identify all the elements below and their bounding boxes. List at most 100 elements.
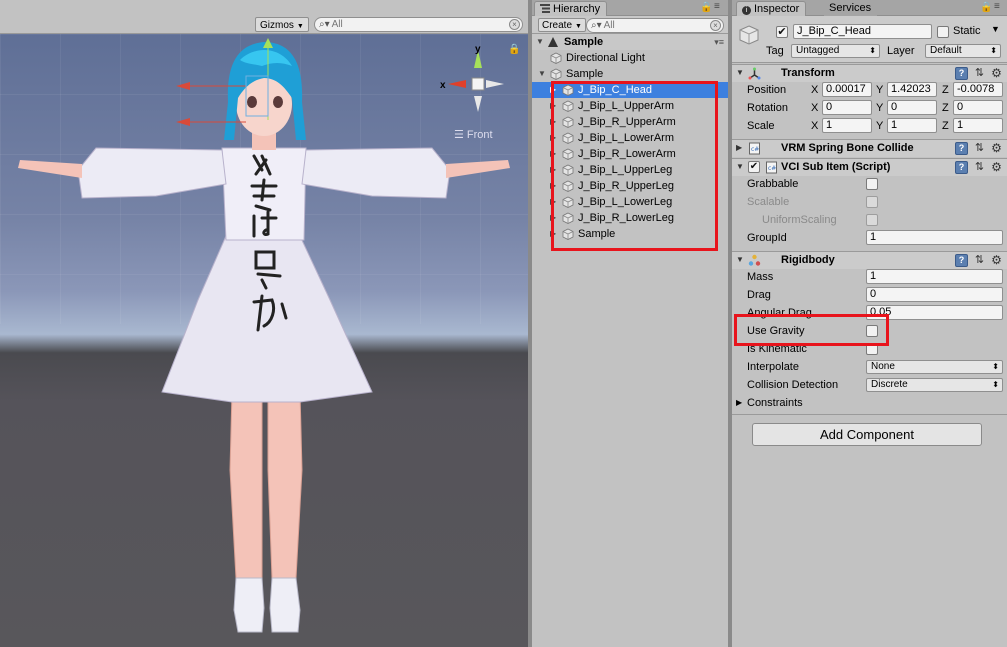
grabbable-checkbox[interactable] — [866, 178, 878, 190]
fold-open-icon[interactable]: ▼ — [736, 162, 744, 171]
hierarchy-panel: Hierarchy 🔒 ≡ Create ▼ ⌕▾ All × ▼ Sample ▾≡… — [532, 0, 728, 647]
help-icon[interactable]: ? — [955, 254, 968, 267]
gear-icon[interactable]: ⚙ — [990, 161, 1003, 174]
rotation-y-field[interactable]: 0 — [887, 100, 937, 115]
tree-item[interactable]: ▼ Sample — [532, 66, 728, 82]
scene-menu-icon[interactable]: ▾≡ — [714, 34, 724, 50]
rotation-x-field[interactable]: 0 — [822, 100, 872, 115]
y-axis-label: Y — [876, 84, 884, 96]
scale-x-field[interactable]: 1 — [822, 118, 872, 133]
hamburger-icon: ☰ — [454, 129, 467, 141]
component-enabled-checkbox[interactable]: ✔ — [748, 161, 760, 173]
gizmos-dropdown[interactable]: Gizmos ▼ — [255, 17, 309, 32]
search-icon: ⌕▾ — [319, 19, 330, 30]
scale-y-field[interactable]: 1 — [887, 118, 937, 133]
z-axis-label: Z — [942, 120, 949, 132]
gear-icon[interactable]: ⚙ — [990, 67, 1003, 80]
scale-z-field[interactable]: 1 — [953, 118, 1003, 133]
y-axis-label: Y — [876, 120, 884, 132]
preset-icon[interactable]: ⇅ — [973, 142, 986, 155]
interpolate-dropdown[interactable]: None ⬍ — [866, 360, 1003, 374]
list-icon — [540, 4, 550, 13]
x-axis-label: X — [811, 120, 819, 132]
spring-bone-header[interactable]: ▶ c# VRM Spring Bone Collide ? ⇅ ⚙ — [732, 139, 1007, 157]
scene-toolbar: Gizmos ▼ ⌕▾ All × — [0, 0, 528, 34]
fold-closed-icon[interactable]: ▶ — [736, 143, 742, 152]
drag-field[interactable]: 0 — [866, 287, 1003, 302]
info-icon: i — [742, 6, 751, 15]
group-id-field[interactable]: 1 — [866, 230, 1003, 245]
axis-y-label: y — [475, 44, 481, 55]
position-z-field[interactable]: -0.0078 — [953, 82, 1003, 97]
help-icon[interactable]: ? — [955, 161, 968, 174]
object-name-field[interactable]: J_Bip_C_Head — [793, 24, 932, 39]
lock-icon[interactable]: 🔒 — [700, 2, 712, 13]
tab-inspector[interactable]: i Inspector — [736, 1, 807, 16]
scene-view[interactable]: y x 🔒 ☰ Front Gizmos ▼ ⌕▾ All × — [0, 0, 528, 647]
position-x-field[interactable]: 0.00017 — [822, 82, 872, 97]
tag-label: Tag — [766, 45, 784, 57]
layer-label: Layer — [887, 45, 915, 57]
collision-detection-label: Collision Detection — [747, 379, 839, 391]
help-icon[interactable]: ? — [955, 142, 968, 155]
static-dropdown-arrow-icon[interactable]: ▼ — [991, 24, 1000, 34]
scalable-checkbox[interactable] — [866, 196, 878, 208]
preset-icon[interactable]: ⇅ — [973, 254, 986, 267]
panel-menu-icon[interactable]: ≡ — [714, 1, 720, 12]
character-model — [18, 38, 510, 633]
constraints-fold-icon[interactable]: ▶ — [736, 398, 742, 407]
tab-services[interactable]: Services — [824, 1, 878, 16]
unity-scene-icon — [548, 37, 558, 47]
dropdown-arrow-icon: ▼ — [296, 23, 304, 30]
hierarchy-toolbar: Create ▼ ⌕▾ All × — [532, 16, 728, 34]
highlight-box-hierarchy — [551, 81, 718, 251]
hierarchy-search-input[interactable]: ⌕▾ All × — [586, 18, 724, 33]
hierarchy-tab-strip: Hierarchy 🔒 ≡ — [532, 0, 728, 16]
panel-menu-icon[interactable]: ≡ — [994, 1, 1000, 12]
fold-open-icon[interactable]: ▼ — [536, 34, 544, 50]
z-axis-label: Z — [942, 84, 949, 96]
help-icon[interactable]: ? — [955, 67, 968, 80]
rigidbody-header[interactable]: ▼ Rigidbody ? ⇅ ⚙ — [732, 251, 1007, 269]
scene-root[interactable]: ▼ Sample ▾≡ — [532, 34, 728, 50]
rotation-z-field[interactable]: 0 — [953, 100, 1003, 115]
active-checkbox[interactable]: ✔ — [776, 26, 788, 38]
tag-dropdown[interactable]: Untagged ⬍ — [791, 44, 880, 58]
clear-search-icon[interactable]: × — [710, 20, 721, 31]
static-checkbox[interactable] — [937, 26, 949, 38]
collision-detection-dropdown[interactable]: Discrete ⬍ — [866, 378, 1003, 392]
fold-open-icon[interactable]: ▼ — [736, 68, 744, 77]
uniform-scaling-checkbox[interactable] — [866, 214, 878, 226]
layer-dropdown[interactable]: Default ⬍ — [925, 44, 1001, 58]
fold-open-icon[interactable]: ▼ — [538, 66, 546, 82]
position-y-field[interactable]: 1.42023 — [887, 82, 937, 97]
object-header: ✔ J_Bip_C_Head Static ▼ Tag Untagged ⬍ La… — [732, 16, 1007, 63]
scene-search-input[interactable]: ⌕▾ All × — [314, 17, 523, 32]
clear-search-icon[interactable]: × — [509, 19, 520, 30]
add-component-button[interactable]: Add Component — [752, 423, 982, 446]
mass-field[interactable]: 1 — [866, 269, 1003, 284]
rotation-label: Rotation — [747, 102, 788, 114]
fold-open-icon[interactable]: ▼ — [736, 255, 744, 264]
svg-text:c#: c# — [768, 165, 776, 172]
rigidbody-icon — [748, 254, 761, 266]
lock-icon[interactable]: 🔒 — [508, 44, 520, 55]
tab-hierarchy[interactable]: Hierarchy — [534, 1, 608, 16]
constraints-label[interactable]: Constraints — [747, 397, 803, 409]
dropdown-arrow-icon: ⬍ — [992, 380, 999, 389]
script-icon: c# — [766, 161, 777, 174]
view-mode-label[interactable]: ☰ Front — [454, 128, 493, 141]
vci-sub-item-header[interactable]: ▼ ✔ c# VCI Sub Item (Script) ? ⇅ ⚙ — [732, 158, 1007, 176]
preset-icon[interactable]: ⇅ — [973, 67, 986, 80]
create-dropdown[interactable]: Create ▼ — [538, 18, 586, 32]
preset-icon[interactable]: ⇅ — [973, 161, 986, 174]
lock-icon[interactable]: 🔒 — [980, 2, 992, 13]
transform-header[interactable]: ▼ Transform ? ⇅ ⚙ — [732, 64, 1007, 82]
x-axis-label: X — [811, 84, 819, 96]
gear-icon[interactable]: ⚙ — [990, 142, 1003, 155]
tree-item[interactable]: Directional Light — [532, 50, 728, 66]
gear-icon[interactable]: ⚙ — [990, 254, 1003, 267]
gameobject-cube-icon — [550, 52, 562, 64]
interpolate-label: Interpolate — [747, 361, 799, 373]
orientation-gizmo[interactable] — [438, 42, 510, 114]
